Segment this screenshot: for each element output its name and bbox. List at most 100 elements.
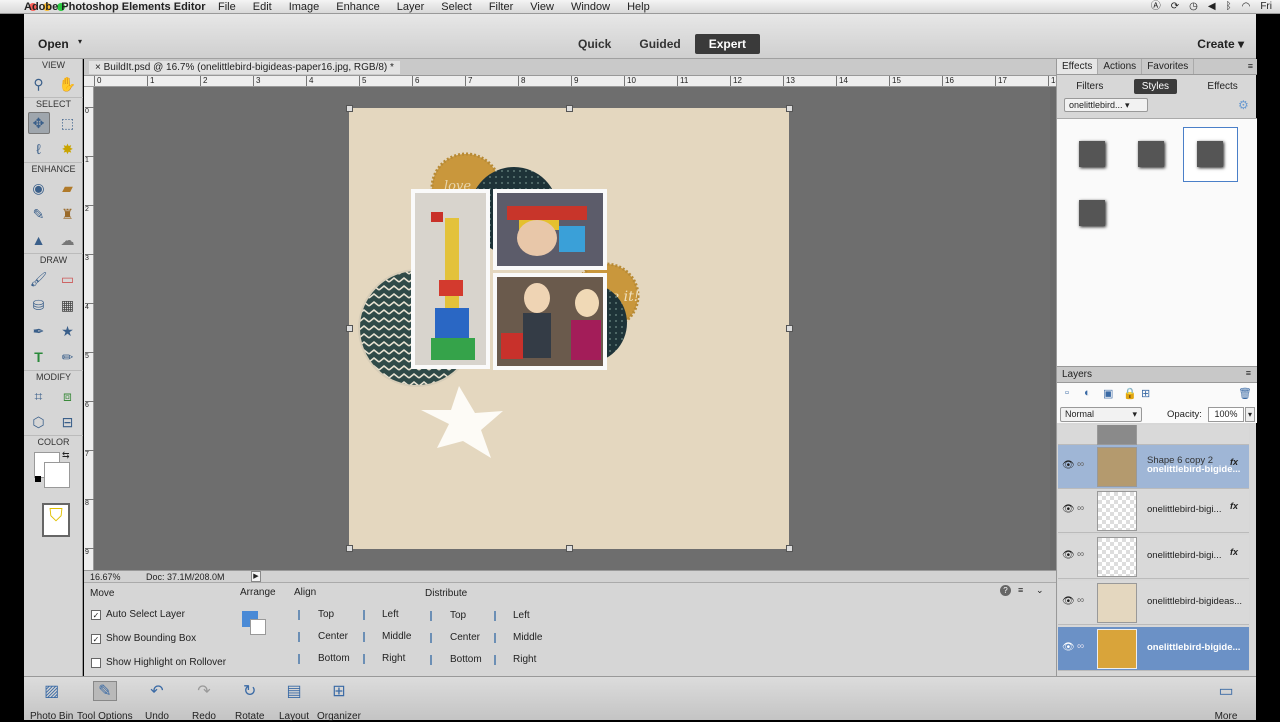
layer-mask-icon[interactable]: ▣ xyxy=(1103,387,1113,400)
app-name[interactable]: Adobe Photoshop Elements Editor xyxy=(24,0,206,14)
menu-help[interactable]: Help xyxy=(627,0,650,14)
layer-row[interactable]: 👁 ∞ onelittlebird-bigideas... xyxy=(1058,581,1249,625)
recompose-tool-icon[interactable]: ⧈ xyxy=(57,385,79,407)
gradient-tool-icon[interactable]: ▦ xyxy=(57,294,79,316)
open-button[interactable]: Open xyxy=(38,37,69,51)
move-tool-icon[interactable]: ✥ xyxy=(27,112,50,134)
align-center-icon[interactable] xyxy=(298,632,310,642)
document-tab[interactable]: × BuildIt.psd @ 16.7% (onelittlebird-big… xyxy=(89,61,400,74)
tab-favorites[interactable]: Favorites xyxy=(1142,59,1195,74)
marquee-tool-icon[interactable]: ⬚ xyxy=(57,112,79,134)
new-layer-icon[interactable]: ▫ xyxy=(1065,387,1069,399)
transform-handle-top[interactable] xyxy=(566,105,573,112)
healing-brush-icon[interactable]: ▰ xyxy=(57,177,79,199)
distribute-middle-icon[interactable] xyxy=(494,633,506,643)
transform-handle-tr[interactable] xyxy=(786,105,793,112)
layers-menu-icon[interactable]: ≡ xyxy=(1246,368,1251,378)
delete-layer-icon[interactable]: 🗑 xyxy=(1238,387,1252,400)
distribute-top-label[interactable]: Top xyxy=(450,610,466,621)
subtab-filters[interactable]: Filters xyxy=(1068,79,1111,94)
mode-quick[interactable]: Quick xyxy=(564,34,625,54)
align-left-icon[interactable] xyxy=(363,610,375,620)
zoom-level[interactable]: 16.67% xyxy=(90,572,121,582)
bluetooth-icon[interactable]: ᛒ xyxy=(1226,0,1232,14)
layer-fx-icon[interactable]: fx xyxy=(1230,501,1238,511)
distribute-center-icon[interactable] xyxy=(430,633,442,643)
custom-shape-icon[interactable]: ★ xyxy=(57,320,79,342)
opacity-field[interactable]: 100% xyxy=(1208,407,1244,422)
menu-select[interactable]: Select xyxy=(441,0,472,14)
document-canvas[interactable]: love ve it! xyxy=(346,105,793,552)
adjustment-layer-icon[interactable]: ◐ xyxy=(1084,387,1091,399)
visibility-eye-icon[interactable]: 👁 xyxy=(1062,550,1075,561)
create-button[interactable]: Create ▾ xyxy=(1197,37,1244,51)
subtab-effects[interactable]: Effects xyxy=(1199,79,1245,94)
styles-settings-icon[interactable]: ⚙ xyxy=(1238,98,1249,112)
collapse-options-icon[interactable]: ⌄ xyxy=(1036,585,1044,596)
opacity-dropdown-icon[interactable]: ▾ xyxy=(1245,407,1255,422)
align-right-icon[interactable] xyxy=(363,654,375,664)
transform-handle-tl[interactable] xyxy=(346,105,353,112)
status-menu-arrow-icon[interactable]: ▶ xyxy=(251,571,261,582)
lock-transparent-icon[interactable]: ⊞ xyxy=(1141,387,1150,400)
open-dropdown-icon[interactable]: ▾ xyxy=(78,37,82,46)
align-bottom-label[interactable]: Bottom xyxy=(318,653,350,664)
volume-icon[interactable]: ◀ xyxy=(1208,0,1216,14)
mode-expert[interactable]: Expert xyxy=(694,34,761,54)
menu-view[interactable]: View xyxy=(530,0,554,14)
align-center-label[interactable]: Center xyxy=(318,631,348,642)
align-middle-icon[interactable] xyxy=(363,632,375,642)
transform-handle-bottom[interactable] xyxy=(566,545,573,552)
lock-all-icon[interactable]: 🔒 xyxy=(1123,387,1137,400)
layer-row-selected[interactable]: 👁 ∞ onelittlebird-bigide... xyxy=(1058,627,1249,671)
visibility-eye-icon[interactable]: 👁 xyxy=(1062,642,1075,653)
distribute-center-label[interactable]: Center xyxy=(450,632,480,643)
clock[interactable]: Fri xyxy=(1260,0,1272,14)
mode-guided[interactable]: Guided xyxy=(625,34,694,54)
rotate-button[interactable]: ↻ Rotate xyxy=(235,681,264,722)
distribute-middle-label[interactable]: Middle xyxy=(513,632,542,643)
menu-file[interactable]: File xyxy=(218,0,236,14)
highlight-checkbox[interactable] xyxy=(91,658,101,668)
layer-row-partial[interactable] xyxy=(1058,425,1249,445)
crop-tool-icon[interactable]: ⌗ xyxy=(28,385,50,407)
tab-actions[interactable]: Actions xyxy=(1098,59,1143,74)
blend-mode-dropdown[interactable]: Normal ▾ xyxy=(1060,407,1142,422)
layer-link-icon[interactable]: ∞ xyxy=(1077,641,1084,652)
layer-row[interactable]: 👁 ∞ onelittlebird-bigi... fx xyxy=(1058,489,1249,533)
time-machine-icon[interactable]: ◷ xyxy=(1189,0,1198,14)
menu-filter[interactable]: Filter xyxy=(489,0,513,14)
paint-bucket-icon[interactable]: ⛁ xyxy=(28,294,50,316)
clone-stamp-icon[interactable]: ♜ xyxy=(57,203,79,225)
red-eye-tool-icon[interactable]: ◉ xyxy=(28,177,50,199)
type-tool-icon[interactable]: T xyxy=(28,346,50,368)
layer-link-icon[interactable]: ∞ xyxy=(1077,503,1084,514)
align-right-label[interactable]: Right xyxy=(382,653,405,664)
recent-tool-icon[interactable]: ⛉ xyxy=(42,503,70,537)
transform-handle-right[interactable] xyxy=(786,325,793,332)
layer-row[interactable]: 👁 ∞ onelittlebird-bigi... fx xyxy=(1058,535,1249,579)
smart-brush-icon[interactable]: ✎ xyxy=(28,203,50,225)
background-color[interactable] xyxy=(44,462,70,488)
lasso-tool-icon[interactable]: ℓ xyxy=(28,138,50,160)
layer-fx-icon[interactable]: fx xyxy=(1230,457,1238,467)
style-swatch[interactable] xyxy=(1138,141,1164,167)
menu-edit[interactable]: Edit xyxy=(253,0,272,14)
wifi-icon[interactable]: ◠ xyxy=(1242,0,1251,14)
menu-enhance[interactable]: Enhance xyxy=(336,0,379,14)
distribute-left-label[interactable]: Left xyxy=(513,610,530,621)
sync-icon[interactable]: ⟳ xyxy=(1171,0,1179,14)
style-swatch[interactable] xyxy=(1079,141,1105,167)
hand-tool-icon[interactable]: ✋ xyxy=(57,73,79,95)
panel-menu-icon[interactable]: ≡ xyxy=(1244,59,1257,74)
photo-bin-button[interactable]: ▨ Photo Bin xyxy=(30,681,73,722)
menu-layer[interactable]: Layer xyxy=(397,0,425,14)
tab-effects[interactable]: Effects xyxy=(1057,59,1099,74)
distribute-left-icon[interactable] xyxy=(494,611,506,621)
distribute-bottom-icon[interactable] xyxy=(430,655,442,665)
organizer-button[interactable]: ⊞ Organizer xyxy=(317,681,361,722)
brush-tool-icon[interactable]: 🖌 xyxy=(28,268,50,290)
help-icon[interactable]: ? xyxy=(1000,585,1011,596)
layout-button[interactable]: ▤ Layout xyxy=(279,681,309,722)
more-button[interactable]: ▭ More xyxy=(1214,681,1238,722)
